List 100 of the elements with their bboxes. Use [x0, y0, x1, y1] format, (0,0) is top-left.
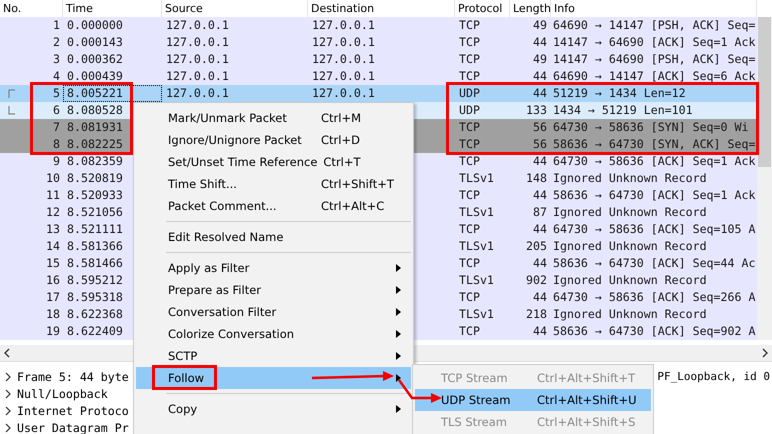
table-cell: 8.520933	[67, 188, 123, 202]
table-cell: 8.581366	[67, 239, 123, 253]
table-cell: UDP	[459, 103, 480, 117]
table-cell: TCP	[459, 35, 480, 49]
table-cell: 127.0.0.1	[312, 52, 375, 66]
table-cell: 127.0.0.1	[166, 86, 229, 100]
table-cell: 0.000439	[67, 69, 123, 83]
table-cell: 205	[526, 239, 547, 253]
table-cell: 127.0.0.1	[166, 69, 229, 83]
table-cell: 44	[533, 154, 547, 168]
table-cell: 13	[46, 221, 60, 238]
table-cell: 8.595318	[67, 290, 123, 304]
table-cell: 4	[53, 68, 60, 85]
table-cell: TCP	[459, 69, 480, 83]
table-cell: 902	[526, 273, 547, 287]
table-cell: 56	[533, 137, 547, 151]
table-cell: 14147 → 64690 [ACK] Seq=1 Ack	[553, 35, 756, 49]
table-cell: TCP	[459, 52, 480, 66]
table-cell: 44	[533, 222, 547, 236]
table-cell: 56	[533, 120, 547, 134]
table-cell: TLSv1	[459, 205, 494, 219]
table-cell: TCP	[459, 120, 480, 134]
table-cell: 9	[53, 153, 60, 170]
table-cell: 1434 → 51219 Len=101	[553, 103, 693, 117]
table-cell: 8.622409	[67, 324, 123, 338]
table-cell: 18	[46, 306, 60, 323]
table-cell: 1	[53, 17, 60, 34]
table-cell: Ignored Unknown Record	[553, 171, 707, 185]
table-cell: 44	[533, 188, 547, 202]
table-cell: TCP	[459, 324, 480, 338]
table-cell: TLSv1	[459, 307, 494, 321]
table-cell: 10	[46, 170, 60, 187]
table-cell: 6	[53, 102, 60, 119]
table-cell: 127.0.0.1	[166, 18, 229, 32]
table-cell: 8.082225	[67, 137, 123, 151]
table-cell: 133	[526, 103, 547, 117]
table-cell: TLSv1	[459, 273, 494, 287]
table-cell: 49	[533, 18, 547, 32]
table-cell: Ignored Unknown Record	[553, 273, 707, 287]
table-cell: 16	[46, 272, 60, 289]
table-cell: 19	[46, 323, 60, 340]
table-cell: 58636 → 64730 [ACK] Seq=902 A	[553, 324, 756, 338]
table-cell: 127.0.0.1	[312, 69, 375, 83]
table-cell: UDP	[459, 86, 480, 100]
table-cell: 0.000000	[67, 18, 123, 32]
table-cell: 8.622368	[67, 307, 123, 321]
table-cell: 0.000143	[67, 35, 123, 49]
table-cell: 8.595212	[67, 273, 123, 287]
table-cell: 64690 → 14147 [ACK] Seq=6 Ack	[553, 69, 756, 83]
table-cell: 8.080528	[67, 103, 123, 117]
table-cell: 64730 → 58636 [ACK] Seq=1 Ack	[553, 154, 756, 168]
table-cell: TCP	[459, 290, 480, 304]
table-cell: 51219 → 1434 Len=12	[553, 86, 686, 100]
table-cell: 14	[46, 238, 60, 255]
table-cell: Ignored Unknown Record	[553, 239, 707, 253]
table-cell: TCP	[459, 256, 480, 270]
table-cell: 64730 → 58636 [ACK] Seq=105 A	[553, 222, 756, 236]
table-cell: 8.581466	[67, 256, 123, 270]
table-cell: 44	[533, 324, 547, 338]
tree-item: PF_Loopback, id 0	[657, 370, 770, 383]
table-cell: 8.521056	[67, 205, 123, 219]
table-cell: 58636 → 64730 [ACK] Seq=44 Ac	[553, 256, 756, 270]
table-cell: 44	[533, 69, 547, 83]
table-cell: 127.0.0.1	[312, 86, 375, 100]
table-cell: 64730 → 58636 [SYN] Seq=0 Wi	[553, 120, 748, 134]
table-cell: 44	[533, 86, 547, 100]
table-cell: 3	[53, 51, 60, 68]
table-cell: Ignored Unknown Record	[553, 205, 707, 219]
table-cell: 8.082359	[67, 154, 123, 168]
table-cell: 127.0.0.1	[166, 35, 229, 49]
table-cell: TLSv1	[459, 239, 494, 253]
table-cell: TCP	[459, 137, 480, 151]
table-cell: 8.520819	[67, 171, 123, 185]
table-cell: 148	[526, 171, 547, 185]
table-cell: 2	[53, 34, 60, 51]
table-cell: TLSv1	[459, 171, 494, 185]
table-cell: 64730 → 58636 [ACK] Seq=266 A	[553, 290, 756, 304]
table-cell: 8	[53, 136, 60, 153]
table-cell: 44	[533, 290, 547, 304]
table-cell: TCP	[459, 154, 480, 168]
table-cell: 8.521111	[67, 222, 123, 236]
table-cell: 127.0.0.1	[312, 35, 375, 49]
table-cell: 17	[46, 289, 60, 306]
table-cell: 127.0.0.1	[166, 52, 229, 66]
table-cell: 127.0.0.1	[312, 18, 375, 32]
table-cell: 8.081931	[67, 120, 123, 134]
table-cell: 8.005221	[67, 86, 123, 100]
table-cell: 12	[46, 204, 60, 221]
table-cell: 5	[53, 85, 60, 102]
table-cell: TCP	[459, 188, 480, 202]
table-cell: 7	[53, 119, 60, 136]
table-cell: 0.000362	[67, 52, 123, 66]
table-cell: 58636 → 64730 [ACK] Seq=1 Ack	[553, 188, 756, 202]
table-cell: 15	[46, 255, 60, 272]
table-cell: 218	[526, 307, 547, 321]
table-cell: 11	[46, 187, 60, 204]
table-cell: 44	[533, 35, 547, 49]
table-cell: 49	[533, 52, 547, 66]
table-cell: Ignored Unknown Record	[553, 307, 707, 321]
table-cell: 44	[533, 256, 547, 270]
